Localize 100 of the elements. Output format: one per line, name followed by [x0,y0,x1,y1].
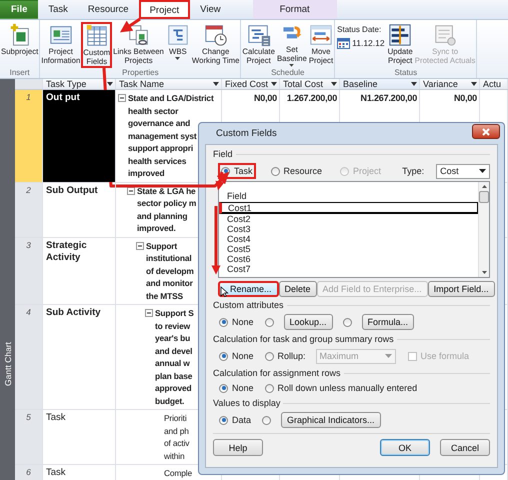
radio-indicator[interactable] [270,166,280,176]
ribbon-tab[interactable]: Task [38,0,78,19]
radio-indicator[interactable] [219,352,228,360]
ribbon-tab[interactable]: Resource [78,0,139,19]
caret-icon [289,64,294,67]
scroll-down-icon[interactable] [482,271,486,274]
row-number[interactable]: 1 [15,90,43,182]
dialog-title: Custom Fields [215,128,277,139]
cost-value: N1.267.200,00 [360,93,417,103]
list-item[interactable]: Cost5 [219,244,478,254]
row-number[interactable]: 3 [15,238,43,304]
radio-button[interactable]: Resource [270,165,324,177]
dialog-button[interactable]: Lookup... [284,314,333,330]
gantt-bars-icon [388,23,412,47]
radio-button[interactable]: Roll down unless manually entered [264,382,418,394]
task-type-cell: Task [43,465,116,480]
row-number[interactable]: 5 [15,410,43,464]
arrow [120,18,141,32]
scroll-thumb[interactable] [479,191,489,203]
radio-button[interactable]: Rollup: [264,350,307,362]
section-label: Custom attributes [213,300,284,311]
type-dropdown[interactable]: Cost [436,164,490,178]
list-item[interactable]: Cost2 [219,214,478,224]
radio-indicator[interactable] [219,416,228,424]
hierarchy-icon [166,23,190,47]
collapse-icon[interactable] [118,94,126,102]
radio-indicator[interactable] [264,384,274,392]
list-item[interactable]: Cost3 [219,224,478,234]
cost-value: N0,00 [254,93,277,103]
radio-button[interactable]: Task [220,165,254,177]
view-bar[interactable]: Gantt Chart [0,79,15,480]
dialog-button[interactable]: Delete [278,281,317,297]
scroll-up-icon[interactable] [482,185,486,188]
row-number[interactable]: 2 [15,182,43,236]
table-grid-icon [84,24,109,48]
radio-button[interactable]: Data [218,414,252,426]
ribbon-tab[interactable]: Project [138,0,190,19]
filter-arrow-icon [271,82,277,86]
column-header[interactable]: Task Name [116,79,222,89]
cost-value: N0,00 [454,93,477,103]
radio-indicator[interactable] [219,318,228,326]
close-icon [482,128,490,136]
task-type-cell: Task [43,410,116,464]
caret-icon [479,169,486,173]
collapse-icon[interactable] [136,242,144,250]
list-item[interactable]: Cost6 [219,254,478,264]
calculator-icon [246,23,271,47]
radio-indicator[interactable] [264,352,274,360]
ribbon-tab[interactable]: View [190,0,231,19]
radio-button[interactable]: None [218,382,255,394]
task-name: State & LGA he sector policy m and planning improved. [137,184,196,234]
filter-arrow-icon [471,82,477,86]
list-header: Field [226,191,248,202]
task-name: Support institutional of developm and monitor the MTSS [146,240,194,302]
select-all-cell[interactable] [15,79,43,89]
group-label: Status [393,68,418,79]
task-type-cell: Sub Activity [43,305,116,409]
linked-documents-icon [126,23,151,47]
arrow [212,206,220,274]
task-name: Prioriti and ph of activ within [164,412,190,462]
calendar-clock-icon [204,23,228,47]
radio-button[interactable]: None [218,316,255,328]
form-icon [48,23,73,47]
row-number[interactable]: 4 [15,305,43,409]
section-label: Calculation for task and group summary rows [213,334,394,345]
ribbon-tab[interactable]: File [0,0,38,19]
list-item[interactable]: Cost7 [219,264,478,274]
dialog-button[interactable]: Cancel [440,439,490,456]
radio-button[interactable]: None [218,350,255,362]
column-header[interactable]: Total Cost [280,79,340,89]
filter-arrow-icon [107,82,113,86]
row-number[interactable]: 6 [15,465,43,480]
dialog-button[interactable]: OK [380,439,430,456]
status-date-value[interactable]: 11.12.12 [352,38,385,48]
dialog-button[interactable]: Graphical Indicators... [281,412,381,428]
collapse-icon[interactable] [145,309,153,317]
task-name: Support S to review year's bu and devel annual w plan base approved budget. [155,307,194,407]
dialog-button[interactable]: Rename... [218,281,279,297]
column-header[interactable]: Actu [480,79,508,89]
radio-indicator[interactable] [219,384,228,392]
field-list[interactable]: Field Cost1 Cost2 Cost3 Cost4 Cost5 Cost6 Cost7 [218,181,490,278]
filter-arrow-icon [331,82,337,86]
scrollbar[interactable] [478,182,489,277]
list-item[interactable]: Cost4 [219,234,478,244]
column-header[interactable]: Baseline [340,79,420,89]
calendar-icon [337,37,350,49]
dialog-button[interactable]: Help [213,439,263,456]
task-name: Comple [164,467,192,480]
close-button[interactable] [472,124,500,139]
column-header[interactable]: Fixed Cost [222,79,280,89]
filter-arrow-icon [213,82,219,86]
column-header[interactable]: Variance [420,79,480,89]
ribbon-tab[interactable]: Format [252,0,337,19]
list-item[interactable]: Cost1 [219,202,478,214]
section-label: Values to display [213,398,280,409]
column-header[interactable]: Task Type [43,79,116,89]
task-name: State and LGA/District health sector governance and management syst support appropri health services improved [128,92,214,180]
dialog-button[interactable]: Import Field... [428,281,495,297]
caret-icon [384,354,392,358]
dialog-button[interactable]: Formula... [362,314,414,330]
